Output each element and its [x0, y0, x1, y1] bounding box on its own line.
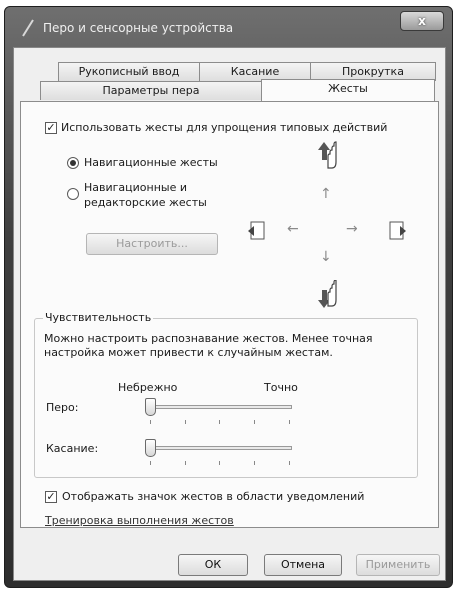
- scale-low-label: Небрежно: [118, 381, 178, 394]
- pen-slider-tick: [289, 420, 290, 424]
- close-button[interactable]: x: [400, 11, 444, 31]
- arrow-right-icon: →: [346, 221, 358, 237]
- radio-navigation-edit-gestures[interactable]: [67, 188, 79, 200]
- radio-navigation-gestures[interactable]: [67, 157, 79, 169]
- touch-slider-tick: [254, 461, 255, 465]
- gesture-training-link[interactable]: Тренировка выполнения жестов: [45, 514, 234, 527]
- enable-gestures-checkbox[interactable]: ✓: [45, 122, 57, 134]
- radio-navigation-label: Навигационные жесты: [84, 156, 218, 169]
- radio-navigation-edit-label-line2: редакторские жесты: [84, 196, 207, 209]
- touch-slider-track[interactable]: [146, 446, 292, 450]
- sensitivity-description-line1: Можно настроить распознавание жестов. Ме…: [44, 332, 373, 345]
- pen-slider-track[interactable]: [146, 405, 292, 409]
- pen-slider-tick: [254, 420, 255, 424]
- sensitivity-group-title: Чувствительность: [43, 311, 154, 324]
- pen-slider-tick: [185, 420, 186, 424]
- window-title: Перо и сенсорные устройства: [43, 21, 234, 35]
- apply-button[interactable]: Применить: [356, 554, 440, 576]
- enable-gestures-label: Использовать жесты для упрощения типовых…: [61, 121, 388, 134]
- arrow-left-icon: ←: [287, 221, 299, 237]
- hand-down-icon: [318, 280, 337, 308]
- notify-icon-label: Отображать значок жестов в области уведо…: [62, 490, 365, 503]
- customize-button[interactable]: Настроить...: [86, 233, 218, 255]
- pen-slider-label: Перо:: [46, 401, 79, 414]
- arrow-down-icon: ↓: [320, 249, 332, 265]
- sensitivity-description-line2: настройка может привести к случайным жес…: [44, 346, 333, 359]
- radio-navigation-edit-label-line1: Навигационные и: [84, 181, 188, 194]
- pen-slider-tick: [150, 420, 151, 424]
- tab-gestures[interactable]: Жесты: [261, 79, 435, 101]
- touch-slider-tick: [150, 461, 151, 465]
- pen-slider-thumb[interactable]: [145, 398, 156, 416]
- pen-slider-tick: [219, 420, 220, 424]
- tab-handwriting[interactable]: Рукописный ввод: [58, 62, 200, 81]
- touch-slider-tick: [185, 461, 186, 465]
- tab-pen-options[interactable]: Параметры пера: [40, 81, 262, 100]
- touch-slider-thumb[interactable]: [145, 439, 156, 457]
- pen-icon: [22, 19, 34, 37]
- touch-slider-tick: [289, 461, 290, 465]
- title-bar[interactable]: Перо и сенсорные устройства x: [5, 7, 452, 47]
- notify-icon-checkbox[interactable]: ✓: [45, 491, 57, 503]
- arrow-up-icon: ↑: [320, 186, 332, 202]
- touch-slider-label: Касание:: [46, 442, 99, 455]
- page-back-icon: [248, 221, 265, 240]
- touch-slider-tick: [219, 461, 220, 465]
- page-forward-icon: [389, 221, 406, 240]
- scale-high-label: Точно: [264, 381, 298, 394]
- ok-button[interactable]: ОК: [178, 554, 248, 576]
- hand-up-icon: [318, 141, 337, 169]
- cancel-button[interactable]: Отмена: [264, 554, 342, 576]
